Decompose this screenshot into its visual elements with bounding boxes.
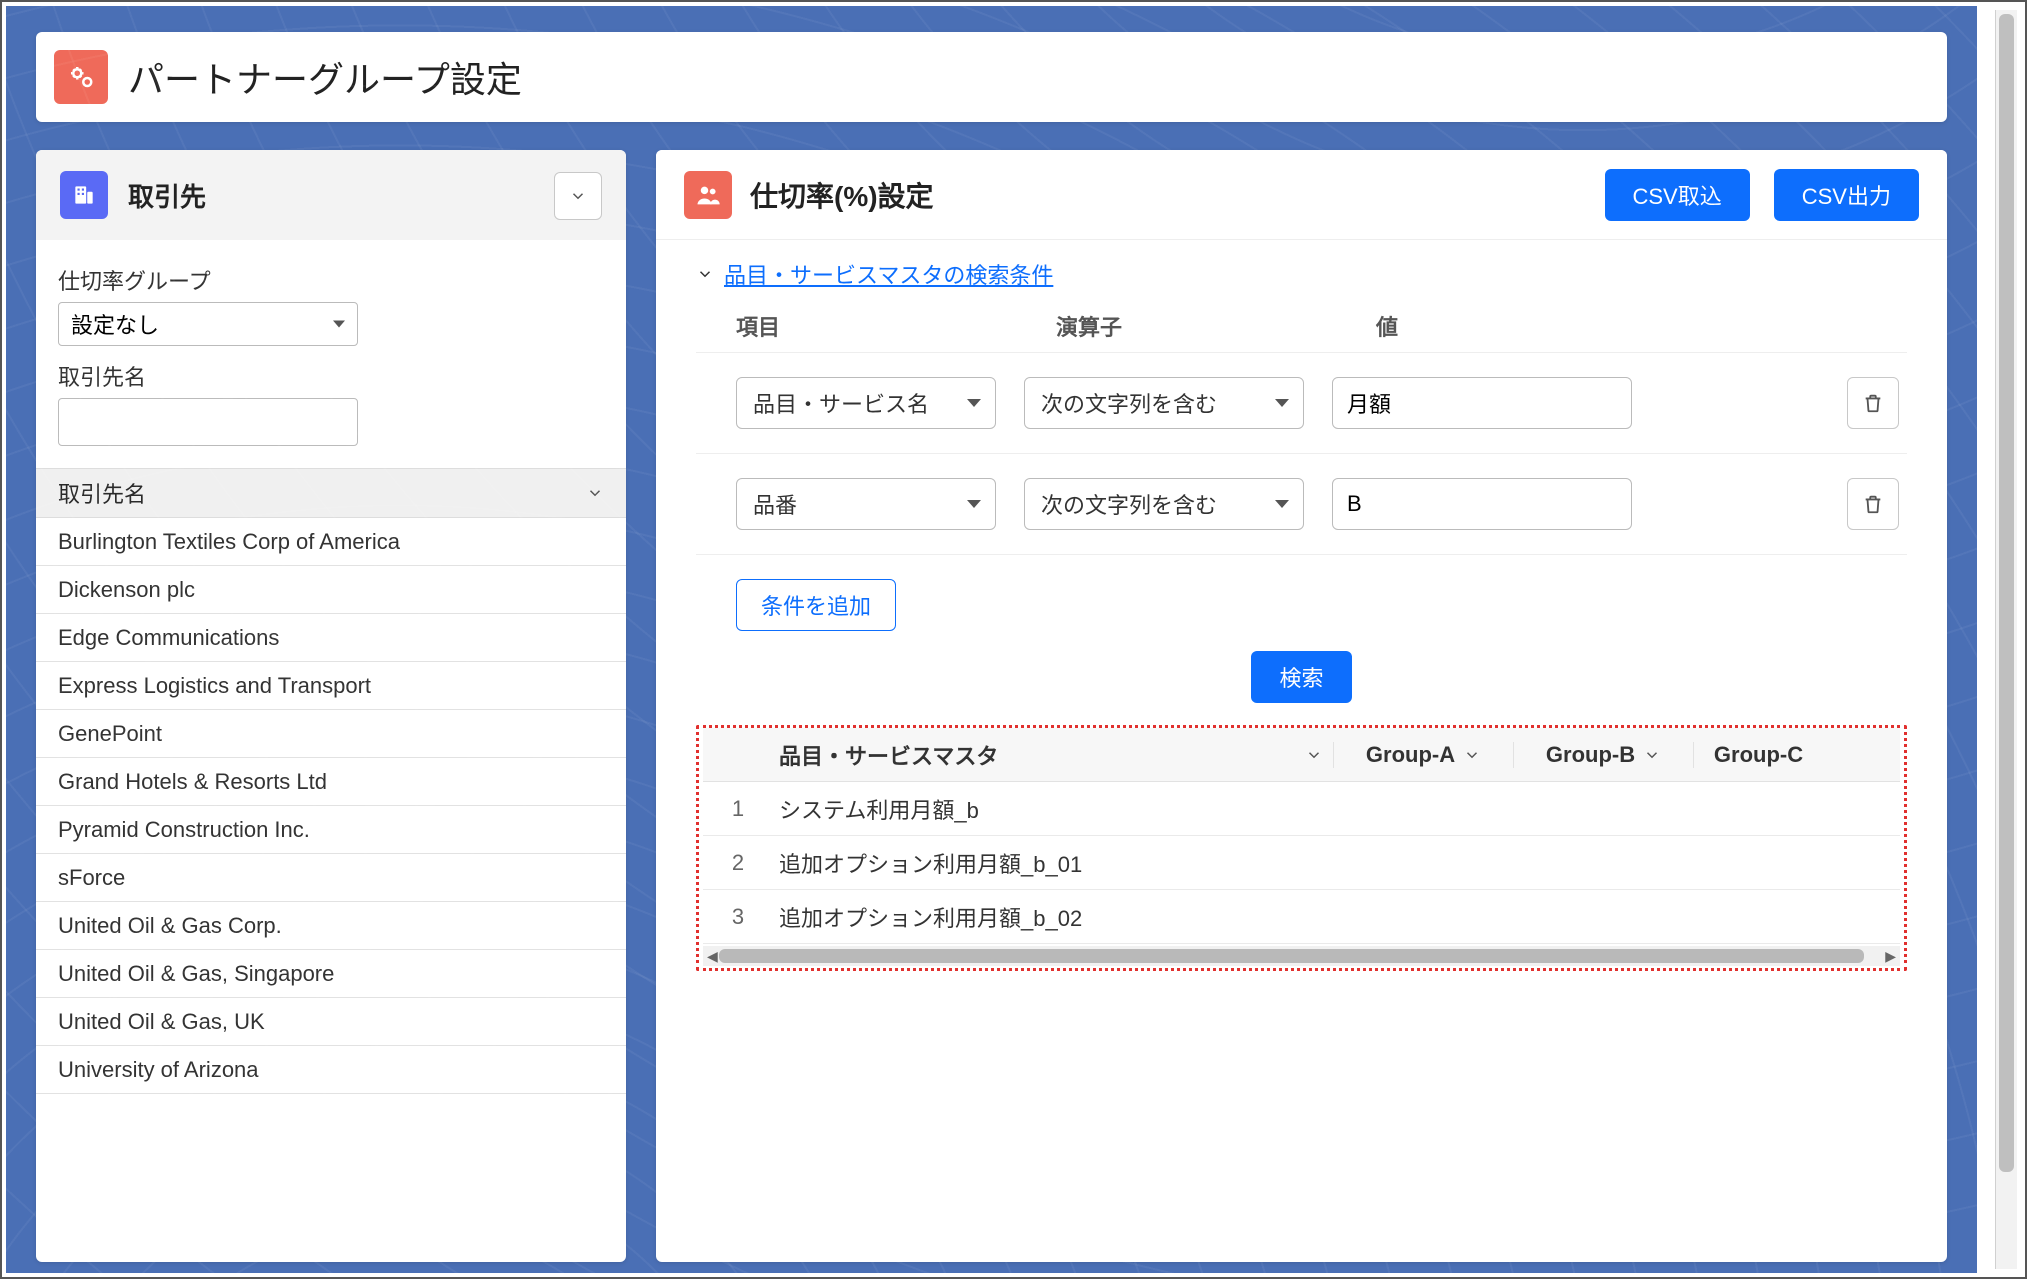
results-table: 品目・サービスマスタ Group-A Group-B [696,725,1907,971]
add-condition-button[interactable]: 条件を追加 [736,579,896,631]
scrollbar-thumb[interactable] [719,949,1864,963]
list-item[interactable]: Pyramid Construction Inc. [36,806,626,854]
csv-import-button[interactable]: CSV取込 [1605,169,1750,221]
group-filter-label: 仕切率グループ [58,264,604,296]
chevron-down-icon [1643,746,1661,764]
results-header-group[interactable]: Group-B [1513,742,1693,768]
results-header-group[interactable]: Group-C [1693,742,1823,768]
cond-header-item: 項目 [736,310,1056,342]
condition-row: 品番 次の文字列を含む [696,454,1907,555]
list-item[interactable]: United Oil & Gas, UK [36,998,626,1046]
table-row[interactable]: 2 追加オプション利用月額_b_01 [703,836,1900,890]
rate-title: 仕切率(%)設定 [750,175,934,215]
delete-condition-button[interactable] [1847,478,1899,530]
row-number: 1 [703,796,773,822]
group-filter-value: 設定なし [71,308,159,340]
results-header-row: 品目・サービスマスタ Group-A Group-B [703,728,1900,782]
condition-header: 項目 演算子 値 [696,300,1907,353]
row-master-name: 追加オプション利用月額_b_01 [773,847,1900,879]
list-item[interactable]: sForce [36,854,626,902]
gear-icon [54,50,108,104]
list-item[interactable]: Edge Communications [36,614,626,662]
results-h-scrollbar[interactable]: ◀ ▶ [703,946,1900,966]
condition-value-input[interactable] [1332,377,1632,429]
name-filter-input[interactable] [58,398,358,446]
trash-icon [1862,392,1884,414]
page-header: パートナーグループ設定 [36,32,1947,122]
chevron-down-icon [1463,746,1481,764]
page-title: パートナーグループ設定 [128,51,522,103]
scroll-left-icon: ◀ [707,948,718,965]
row-number: 2 [703,850,773,876]
cond-header-operator: 演算子 [1056,310,1376,342]
table-row[interactable]: 3 追加オプション利用月額_b_02 [703,890,1900,944]
condition-item-select[interactable]: 品目・サービス名 [736,377,996,429]
condition-value-input[interactable] [1332,478,1632,530]
list-item[interactable]: Dickenson plc [36,566,626,614]
trash-icon [1862,493,1884,515]
accounts-title: 取引先 [128,177,206,214]
users-icon [684,171,732,219]
rate-panel: 仕切率(%)設定 CSV取込 CSV出力 品目・サービスマスタの検索条件 項目 … [656,150,1947,1262]
condition-item-select[interactable]: 品番 [736,478,996,530]
scroll-right-icon: ▶ [1885,948,1896,965]
group-filter-select[interactable]: 設定なし [58,302,358,346]
rate-panel-header: 仕切率(%)設定 CSV取込 CSV出力 [656,150,1947,240]
chevron-down-icon [586,484,604,502]
search-conditions-toggle[interactable]: 品目・サービスマスタの検索条件 [724,258,1053,290]
list-item[interactable]: Burlington Textiles Corp of America [36,518,626,566]
account-list-header-label: 取引先名 [58,477,146,509]
csv-export-button[interactable]: CSV出力 [1774,169,1919,221]
account-list-header[interactable]: 取引先名 [36,468,626,518]
list-item[interactable]: United Oil & Gas Corp. [36,902,626,950]
window-v-scrollbar[interactable] [1995,10,2017,1269]
list-item[interactable]: United Oil & Gas, Singapore [36,950,626,998]
chevron-down-icon [696,265,714,283]
accounts-panel: 取引先 仕切率グループ 設定なし 取引先名 取引先名 [36,150,626,1262]
building-icon [60,171,108,219]
row-number: 3 [703,904,773,930]
list-item[interactable]: Express Logistics and Transport [36,662,626,710]
name-filter-label: 取引先名 [58,360,604,392]
search-button[interactable]: 検索 [1251,651,1351,703]
scrollbar-thumb[interactable] [1999,14,2014,1172]
condition-operator-select[interactable]: 次の文字列を含む [1024,478,1304,530]
accounts-menu-button[interactable] [554,172,602,220]
list-item[interactable]: Grand Hotels & Resorts Ltd [36,758,626,806]
table-row[interactable]: 1 システム利用月額_b [703,782,1900,836]
account-list: Burlington Textiles Corp of America Dick… [36,518,626,1094]
condition-row: 品目・サービス名 次の文字列を含む [696,353,1907,454]
results-header-master[interactable]: 品目・サービスマスタ [773,739,1333,771]
row-master-name: 追加オプション利用月額_b_02 [773,901,1900,933]
accounts-panel-header: 取引先 [36,150,626,240]
results-header-group[interactable]: Group-A [1333,742,1513,768]
cond-header-value: 値 [1376,310,1676,342]
delete-condition-button[interactable] [1847,377,1899,429]
chevron-down-icon [1305,746,1323,764]
list-item[interactable]: GenePoint [36,710,626,758]
row-master-name: システム利用月額_b [773,793,1900,825]
condition-operator-select[interactable]: 次の文字列を含む [1024,377,1304,429]
list-item[interactable]: University of Arizona [36,1046,626,1094]
